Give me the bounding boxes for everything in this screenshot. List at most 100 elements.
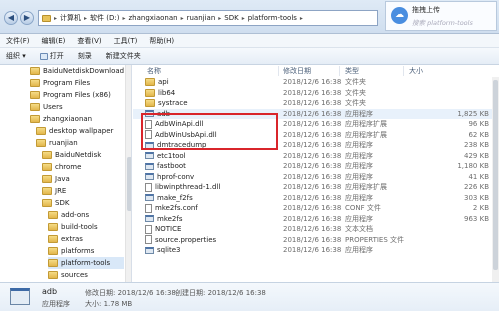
tree-item-program-files[interactable]: Program Files	[30, 77, 90, 89]
chevron-right-icon[interactable]: ▸	[218, 15, 221, 22]
breadcrumb-user[interactable]: zhangxiaonan	[128, 14, 177, 22]
file-type: 应用程序扩展	[345, 183, 387, 191]
column-date[interactable]: 修改日期	[283, 65, 311, 77]
file-type: 应用程序	[345, 162, 373, 170]
details-created: 创建日期: 2018/12/6 16:38	[175, 289, 266, 297]
file-name-cell[interactable]: systrace	[145, 98, 188, 109]
organize-button[interactable]: 组织 ▾	[6, 51, 26, 61]
tree-item-extras[interactable]: extras	[48, 233, 83, 245]
tree-item-jre[interactable]: JRE	[42, 185, 66, 197]
tree-item-sources[interactable]: sources	[48, 269, 88, 281]
file-name-cell[interactable]: hprof-conv	[145, 172, 194, 183]
breadcrumb-drive[interactable]: 软件 (D:)	[90, 13, 119, 23]
tree-item-zhangxiaonan[interactable]: zhangxiaonan	[30, 113, 92, 125]
file-row[interactable]: make_f2fs 2018/12/6 16:38 应用程序 303 KB	[133, 193, 499, 204]
list-scrollbar[interactable]	[492, 77, 499, 282]
tree-item-build-tools[interactable]: build-tools	[48, 221, 98, 233]
tree-label: BaiduNetdisk	[55, 151, 102, 159]
breadcrumb-computer[interactable]: 计算机	[60, 13, 81, 23]
open-button[interactable]: 打开	[39, 51, 64, 61]
breadcrumb[interactable]: ▸ 计算机 ▸ 软件 (D:) ▸ zhangxiaonan ▸ ruanjia…	[38, 10, 378, 26]
tree-item-add-ons[interactable]: add-ons	[48, 209, 89, 221]
folder-icon	[42, 187, 52, 195]
file-name: etc1tool	[157, 151, 186, 160]
file-name-cell[interactable]: mke2fs.conf	[145, 203, 198, 214]
tree-item-ruanjian[interactable]: ruanjian	[36, 137, 78, 149]
file-type: 文件夹	[345, 78, 366, 86]
file-date: 2018/12/6 16:38	[283, 214, 342, 223]
column-divider[interactable]	[278, 66, 279, 76]
file-name-cell[interactable]: mke2fs	[145, 214, 183, 225]
file-type: 应用程序	[345, 214, 373, 223]
tree-label: add-ons	[61, 211, 90, 219]
breadcrumb-sdk[interactable]: SDK	[224, 14, 238, 22]
tree-item-desktop-wallpaper[interactable]: desktop wallpaper	[36, 125, 113, 137]
file-row[interactable]: source.properties 2018/12/6 16:38 PROPERTI…	[133, 235, 499, 246]
tree-item-platform-tools[interactable]: platform-tools	[48, 257, 124, 269]
chevron-right-icon[interactable]: ▸	[242, 15, 245, 22]
menu-file[interactable]: 文件(F)	[6, 36, 30, 46]
tree-item-baidunetdiskdownload[interactable]: BaiduNetdiskDownload	[30, 65, 124, 77]
file-size: 96 KB	[468, 120, 489, 128]
tree-item-chrome[interactable]: chrome	[42, 161, 81, 173]
file-row[interactable]: hprof-conv 2018/12/6 16:38 应用程序 41 KB	[133, 172, 499, 183]
file-name-cell[interactable]: NOTICE	[145, 224, 181, 235]
file-name-cell[interactable]: sqlite3	[145, 245, 181, 256]
breadcrumb-platform-tools[interactable]: platform-tools	[248, 14, 297, 22]
file-name-cell[interactable]: fastboot	[145, 161, 186, 172]
file-row[interactable]: lib64 2018/12/6 16:38 文件夹	[133, 88, 499, 99]
file-name-cell[interactable]: make_f2fs	[145, 193, 193, 204]
chevron-right-icon[interactable]: ▸	[84, 15, 87, 22]
menu-tools[interactable]: 工具(T)	[114, 36, 138, 46]
chevron-right-icon[interactable]: ▸	[122, 15, 125, 22]
file-row[interactable]: systrace 2018/12/6 16:38 文件夹	[133, 98, 499, 109]
file-row[interactable]: libwinpthread-1.dll 2018/12/6 16:38 应用程序扩展…	[133, 182, 499, 193]
list-scroll-thumb[interactable]	[493, 80, 498, 270]
menu-help[interactable]: 帮助(H)	[149, 36, 174, 46]
file-name-cell[interactable]: api	[145, 77, 169, 88]
tree-item-sdk[interactable]: SDK	[42, 197, 69, 209]
menu-edit[interactable]: 编辑(E)	[42, 36, 66, 46]
file-name-cell[interactable]: lib64	[145, 88, 175, 99]
chevron-right-icon[interactable]: ▸	[300, 15, 303, 22]
tree-label: Program Files	[43, 79, 91, 87]
file-name-cell[interactable]: etc1tool	[145, 151, 186, 162]
forward-button[interactable]: ▶	[20, 11, 34, 25]
file-row[interactable]: sqlite3 2018/12/6 16:38 应用程序	[133, 245, 499, 256]
nav-scrollbar[interactable]	[125, 65, 131, 282]
tree-item-java[interactable]: Java	[42, 173, 70, 185]
tree-item-users[interactable]: Users	[30, 101, 63, 113]
file-row[interactable]: NOTICE 2018/12/6 16:38 文本文档	[133, 224, 499, 235]
file-row[interactable]: etc1tool 2018/12/6 16:38 应用程序 429 KB	[133, 151, 499, 162]
details-modified: 修改日期: 2018/12/6 16:38	[85, 289, 176, 297]
breadcrumb-ruanjian[interactable]: ruanjian	[187, 14, 216, 22]
file-name-cell[interactable]: source.properties	[145, 235, 216, 246]
column-name[interactable]: 名称	[147, 65, 161, 77]
file-name-cell[interactable]: libwinpthread-1.dll	[145, 182, 220, 193]
file-size: 226 KB	[464, 183, 489, 191]
tree-item-program-files-x86[interactable]: Program Files (x86)	[30, 89, 111, 101]
drag-upload-label: 拖拽上传	[412, 6, 440, 14]
column-divider[interactable]	[339, 66, 340, 76]
open-icon	[39, 52, 48, 60]
file-row[interactable]: api 2018/12/6 16:38 文件夹	[133, 77, 499, 88]
menu-view[interactable]: 查看(V)	[77, 36, 101, 46]
baidu-upload-panel[interactable]: ☁ 拖拽上传 搜索 platform-tools	[385, 1, 497, 31]
column-divider[interactable]	[403, 66, 404, 76]
new-folder-button[interactable]: 新建文件夹	[106, 51, 141, 61]
tree-item-platforms[interactable]: platforms	[48, 245, 94, 257]
search-input[interactable]: 搜索 platform-tools	[412, 17, 473, 27]
file-date: 2018/12/6 16:38	[283, 151, 342, 160]
tree-item-baidunetdisk[interactable]: BaiduNetdisk	[42, 149, 101, 161]
tree-label: zhangxiaonan	[43, 115, 93, 123]
nav-scroll-thumb[interactable]	[127, 157, 131, 211]
folder-icon	[145, 78, 155, 87]
file-row[interactable]: fastboot 2018/12/6 16:38 应用程序 1,180 KB	[133, 161, 499, 172]
back-button[interactable]: ◀	[4, 11, 18, 25]
burn-button[interactable]: 刻录	[78, 51, 92, 61]
file-row[interactable]: mke2fs.conf 2018/12/6 16:38 CONF 文件 2 KB	[133, 203, 499, 214]
column-size[interactable]: 大小	[409, 65, 423, 77]
column-type[interactable]: 类型	[345, 65, 359, 77]
chevron-right-icon[interactable]: ▸	[181, 15, 184, 22]
file-row[interactable]: mke2fs 2018/12/6 16:38 应用程序 963 KB	[133, 214, 499, 225]
